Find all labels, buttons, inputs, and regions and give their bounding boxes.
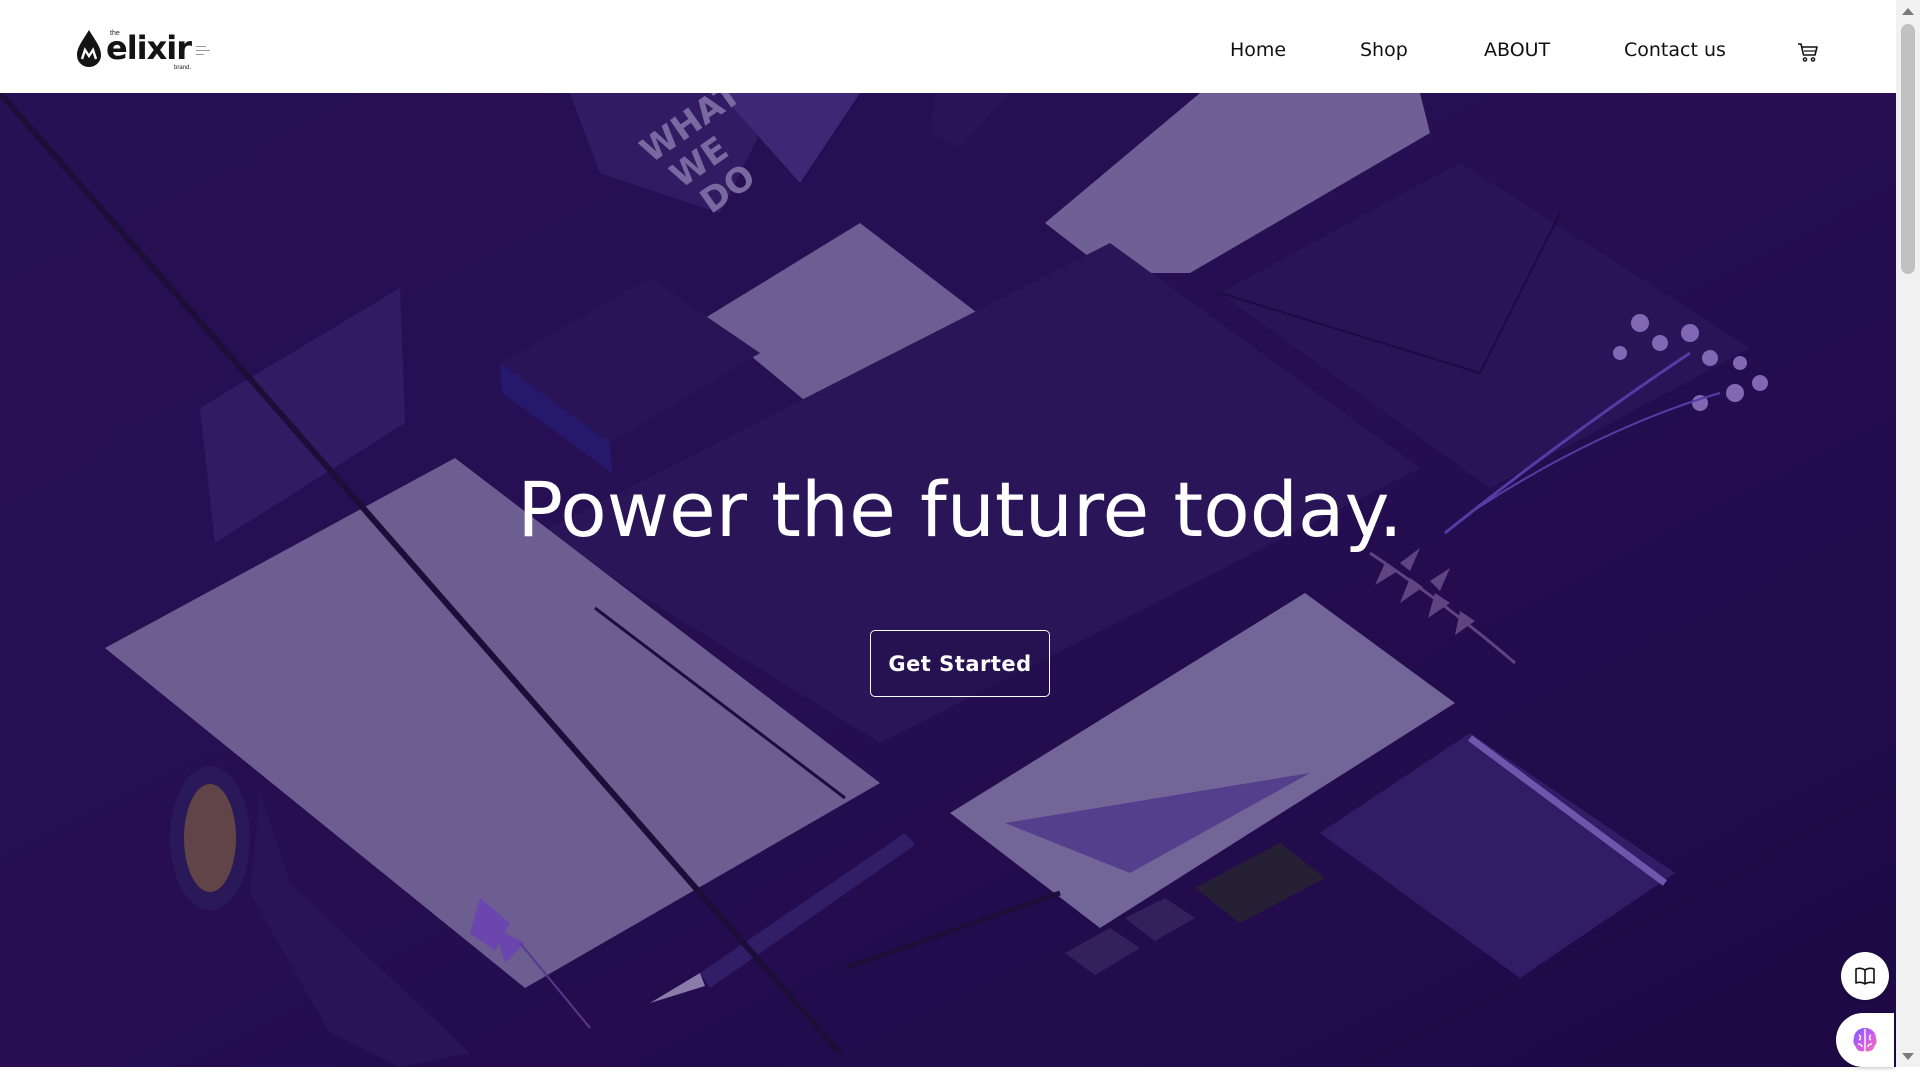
site-header: the elixir brand. Home Shop ABOUT Contac… — [0, 0, 1896, 93]
nav-shop[interactable]: Shop — [1360, 39, 1408, 61]
reader-widget-button[interactable] — [1841, 952, 1889, 1000]
cart-icon[interactable] — [1796, 40, 1820, 64]
nav-contact[interactable]: Contact us — [1624, 39, 1726, 61]
page-bottom-strip — [0, 1067, 1920, 1080]
nav-about[interactable]: ABOUT — [1484, 39, 1550, 61]
main-nav: Home Shop ABOUT Contact us — [0, 0, 1896, 93]
page-scrollbar[interactable] — [1896, 0, 1920, 1067]
hero-title: Power the future today. — [517, 465, 1403, 554]
scroll-thumb[interactable] — [1901, 24, 1915, 274]
book-icon — [1855, 967, 1875, 985]
brain-icon — [1853, 1028, 1877, 1052]
ai-assistant-button[interactable] — [1836, 1013, 1894, 1067]
scroll-down-arrow-icon[interactable] — [1902, 1053, 1914, 1060]
scroll-up-arrow-icon[interactable] — [1902, 8, 1914, 15]
nav-home[interactable]: Home — [1230, 39, 1286, 61]
hero-section: WHAT WE DO Power the future today. Get S… — [0, 93, 1896, 1067]
hero-overlay — [0, 93, 1896, 1067]
get-started-button[interactable]: Get Started — [870, 630, 1050, 697]
